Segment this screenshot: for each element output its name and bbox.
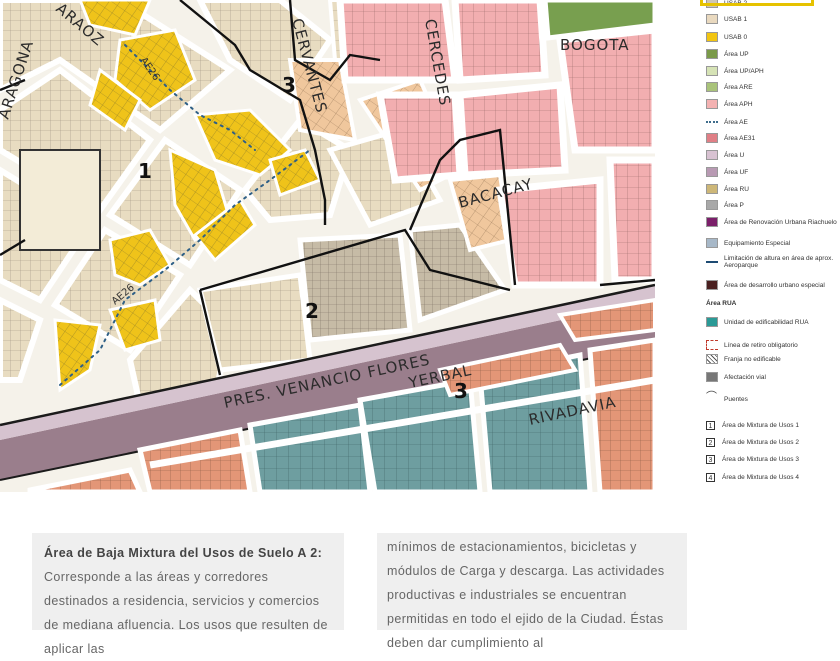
legend-label: Área RU [724,185,749,193]
legend-label: Unidad de edificabilidad RUA [724,318,809,326]
legend-item: Área de desarrollo urbano especial [706,278,825,292]
legend-item: Área RUA [706,296,736,310]
legend-label: Área UF [724,168,749,176]
legend-label: Área de Mixtura de Usos 1 [722,421,799,429]
legend-number-box: 3 [706,454,715,464]
info-card-left: Área de Baja Mixtura del Usos de Suelo A… [32,533,344,656]
legend-label: Área de Mixtura de Usos 2 [722,438,799,446]
legend-swatch [706,150,718,160]
zone-number-2: 2 [305,299,319,323]
legend-dotted-line [706,121,718,123]
legend-swatch [706,14,718,24]
legend-label: Afectación vial [724,373,766,381]
legend-swatch [706,82,718,92]
legend-item: Franja no edificable [706,352,781,366]
legend-swatch [706,184,718,194]
legend-swatch [706,66,718,76]
legend-label: Área APH [724,100,753,108]
legend-label: Línea de retiro obligatorio [724,341,798,349]
legend-item: Área RU [706,182,749,196]
legend-bridge-icon: ⌒ [706,391,717,403]
zoning-map: BOGOTA BACACAY RIVADAVIA YERBAL PRES. VE… [0,0,655,492]
legend-label: Área UP/APH [724,67,764,75]
map-canvas: BOGOTA BACACAY RIVADAVIA YERBAL PRES. VE… [0,0,655,492]
zone-number-3-north: 3 [282,73,296,97]
legend-item: 1 Área de Mixtura de Usos 1 [706,418,799,432]
legend-label: Área RUA [706,299,737,307]
legend-swatch [706,317,718,327]
legend-label: Área ARE [724,83,753,91]
legend-label: Área P [724,201,744,209]
legend-item: Línea de retiro obligatorio [706,338,798,352]
card-left-body: Corresponde a las áreas y corredores des… [44,570,328,656]
legend-item: Limitación de altura en área de aprox. A… [706,255,840,269]
legend-label: USAB 1 [724,15,748,23]
legend-label: Área de Renovación Urbana Riachuelo [724,218,837,226]
zone-number-1: 1 [138,159,152,183]
info-card-right: mínimos de estacionamientos, bicicletas … [377,533,687,650]
legend-bracket-icon [706,340,718,350]
zone-number-3-south: 3 [454,379,468,403]
legend-item: Afectación vial [706,370,766,384]
legend-label: USAB 0 [724,33,748,41]
legend-item: Área U [706,148,744,162]
legend-label: Área AE [724,118,748,126]
legend-label: Área de Mixtura de Usos 3 [722,455,799,463]
map-legend: USAB 2 USAB 1 USAB 0 Área UP Área UP/APH Área… [700,0,840,492]
legend-number-box: 4 [706,472,715,482]
legend-swatch [706,238,718,248]
legend-item: 4 Área de Mixtura de Usos 4 [706,470,799,484]
legend-swatch [706,280,718,290]
card-left-title: Área de Baja Mixtura del Usos de Suelo A… [44,546,323,560]
legend-label: Equipamiento Especial [724,239,791,247]
legend-item: Área AE [706,115,748,129]
legend-item: Área UP [706,47,749,61]
legend-label: Franja no edificable [724,355,781,363]
legend-item: Área de Renovación Urbana Riachuelo [706,215,837,229]
legend-swatch [706,32,718,42]
legend-item: ⌒ Puentes [706,392,748,406]
legend-label: Área AE31 [724,134,756,142]
legend-label: Área de desarrollo urbano especial [724,281,825,289]
legend-swatch [706,133,718,143]
card-right-body: mínimos de estacionamientos, bicicletas … [387,540,665,650]
legend-item: 3 Área de Mixtura de Usos 3 [706,452,799,466]
legend-line [706,261,718,263]
legend-item: Área UF [706,165,748,179]
legend-swatch [706,217,718,227]
legend-item: Área UP/APH [706,64,764,78]
legend-label: Área U [724,151,745,159]
legend-highlight-frame [700,0,814,6]
legend-item: 2 Área de Mixtura de Usos 2 [706,435,799,449]
legend-item: USAB 0 [706,30,747,44]
legend-item: USAB 1 [706,12,747,26]
legend-label: Puentes [724,395,748,403]
legend-item: Área ARE [706,80,753,94]
legend-swatch [706,167,718,177]
legend-label: Área de Mixtura de Usos 4 [722,473,799,481]
legend-item: Equipamiento Especial [706,236,790,250]
legend-label: Limitación de altura en área de aprox. A… [724,255,834,269]
legend-swatch [706,200,718,210]
legend-item: Unidad de edificabilidad RUA [706,315,809,329]
legend-item: Área APH [706,97,753,111]
legend-number-box: 2 [706,437,715,447]
legend-hatch-icon [706,354,718,364]
legend-number-box: 1 [706,420,715,430]
legend-swatch [706,49,718,59]
legend-swatch [706,99,718,109]
legend-item: Área AE31 [706,131,755,145]
street-label-bogota: BOGOTA [560,36,630,54]
legend-label: Área UP [724,50,749,58]
legend-swatch [706,372,718,382]
legend-item: Área P [706,198,744,212]
legend-item-highlighted: USAB 2 [700,0,814,10]
